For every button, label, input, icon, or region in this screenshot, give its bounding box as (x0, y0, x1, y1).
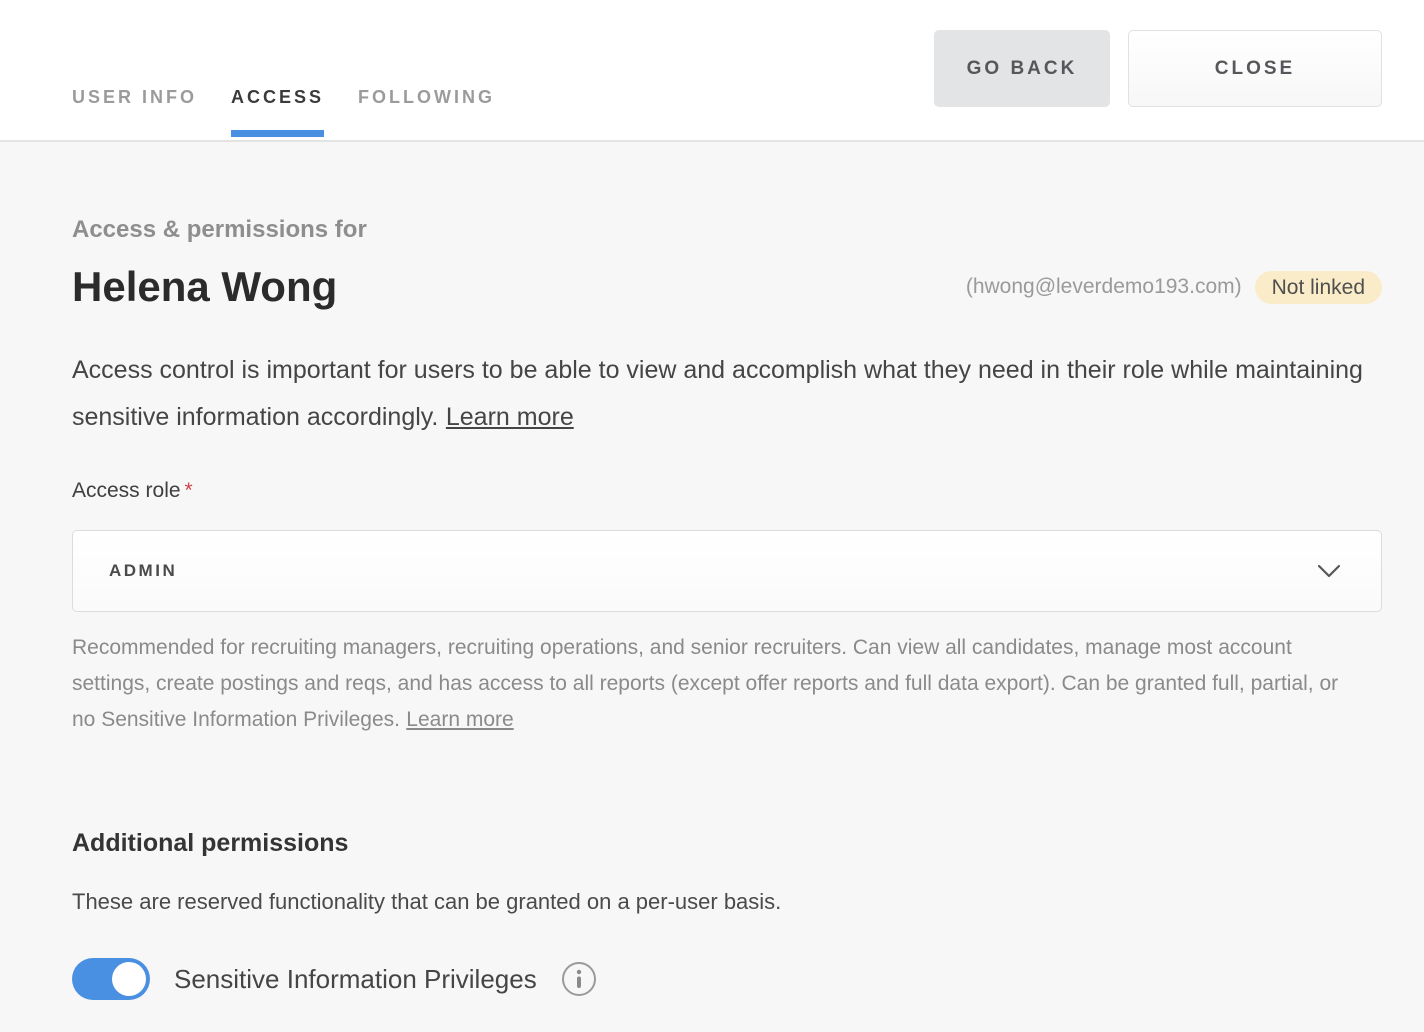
header-actions: GO BACK CLOSE (934, 30, 1382, 140)
sensitive-info-label: Sensitive Information Privileges (174, 964, 537, 995)
role-learn-more-link[interactable]: Learn more (406, 708, 513, 731)
tab-bar: USER INFO ACCESS FOLLOWING (72, 0, 495, 140)
role-description: Recommended for recruiting managers, rec… (72, 630, 1352, 738)
go-back-button[interactable]: GO BACK (934, 30, 1110, 107)
intro-text: Access control is important for users to… (72, 356, 1363, 431)
sensitive-info-row: Sensitive Information Privileges (72, 958, 1382, 1000)
tab-access[interactable]: ACCESS (231, 0, 324, 142)
user-meta: (hwong@leverdemo193.com) Not linked (966, 271, 1382, 304)
tab-user-info[interactable]: USER INFO (72, 0, 197, 142)
role-description-text: Recommended for recruiting managers, rec… (72, 636, 1338, 731)
tab-following[interactable]: FOLLOWING (358, 0, 495, 142)
modal-header: USER INFO ACCESS FOLLOWING GO BACK CLOSE (0, 0, 1424, 142)
info-icon[interactable] (561, 961, 597, 997)
user-email: (hwong@leverdemo193.com) (966, 275, 1242, 299)
sensitive-info-toggle[interactable] (72, 958, 150, 1000)
access-role-value: ADMIN (109, 561, 177, 581)
additional-permissions-title: Additional permissions (72, 828, 1382, 858)
required-asterisk: * (185, 479, 193, 502)
section-eyebrow: Access & permissions for (72, 217, 1382, 242)
chevron-down-icon (1317, 564, 1341, 579)
access-role-label: Access role* (72, 479, 1382, 503)
user-name-row: Helena Wong (hwong@leverdemo193.com) Not… (72, 263, 1382, 311)
toggle-knob (112, 962, 146, 996)
intro-paragraph: Access control is important for users to… (72, 347, 1372, 441)
user-name: Helena Wong (72, 263, 337, 311)
additional-permissions-description: These are reserved functionality that ca… (72, 888, 1382, 916)
link-status-badge: Not linked (1255, 271, 1382, 304)
intro-learn-more-link[interactable]: Learn more (446, 403, 574, 431)
user-access-modal: USER INFO ACCESS FOLLOWING GO BACK CLOSE… (0, 0, 1424, 1032)
access-role-label-text: Access role (72, 479, 181, 502)
access-panel: Access & permissions for Helena Wong (hw… (0, 217, 1424, 1000)
close-button[interactable]: CLOSE (1128, 30, 1382, 107)
access-role-select[interactable]: ADMIN (72, 530, 1382, 612)
